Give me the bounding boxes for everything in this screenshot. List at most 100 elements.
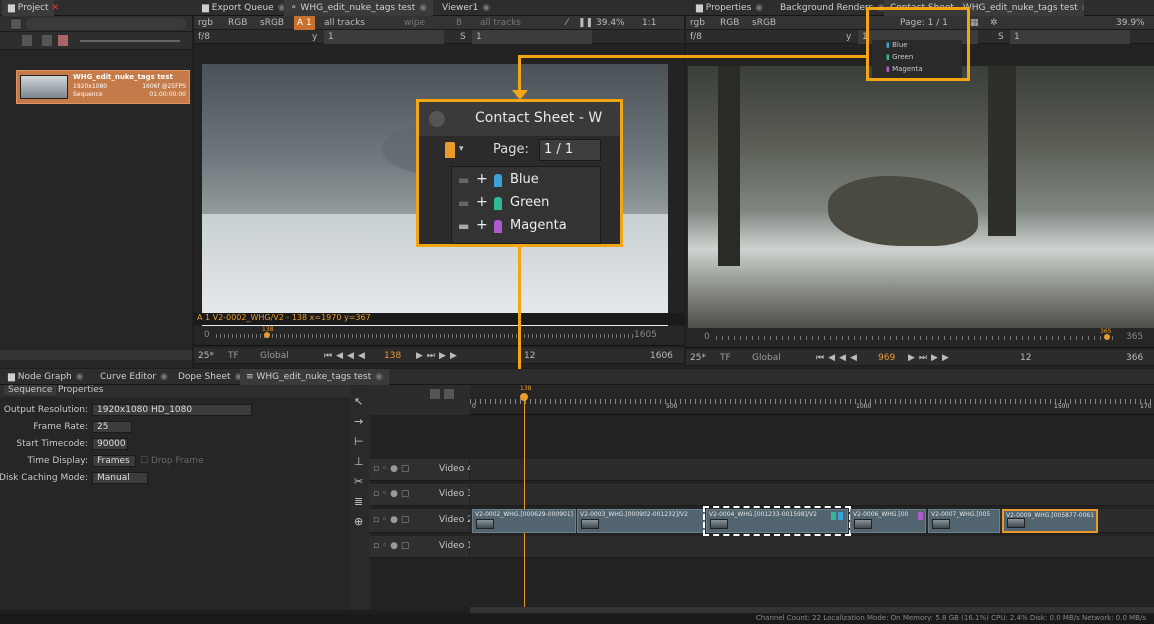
fstop-field[interactable]: f/8 — [690, 30, 702, 44]
close-icon[interactable]: ✕ — [51, 3, 59, 13]
wipe-select[interactable]: wipe — [404, 16, 425, 30]
gamma-field[interactable]: 1 — [324, 30, 444, 44]
thumb-size-slider[interactable] — [80, 40, 180, 42]
prev-buttons[interactable]: ⏮◀◀◀ — [324, 349, 369, 363]
gear-icon[interactable]: ✲ — [990, 16, 998, 30]
layout-icon[interactable] — [430, 389, 440, 399]
tab-sequence-viewer[interactable]: ⚬ WHG_edit_nuke_tags test ◉ — [284, 0, 434, 16]
plus-icon[interactable]: + — [476, 171, 488, 187]
tab-node-graph[interactable]: ▆ Node Graph ◉ — [2, 369, 90, 385]
track-header-video2[interactable]: ▫ ◦ ● ▢ Video 2 — [369, 509, 473, 533]
view-icon[interactable] — [444, 389, 454, 399]
tab-properties[interactable]: ▆ Properties ◉ — [690, 0, 769, 16]
play-buttons[interactable]: ▶⏭▶▶ — [908, 351, 953, 365]
multi-tool-icon[interactable]: ≣ — [354, 495, 363, 508]
close-icon[interactable]: ◉ — [1082, 3, 1084, 13]
mode-select[interactable]: Global — [260, 349, 289, 363]
fps-select[interactable]: 25* — [690, 351, 706, 365]
step-field[interactable]: 12 — [524, 349, 535, 363]
lut-select[interactable]: sRGB — [260, 16, 284, 30]
project-scrollbar[interactable] — [0, 350, 192, 360]
zoom-select[interactable]: 39.9% — [1116, 16, 1145, 30]
track-header-video4[interactable]: ▫ ◦ ● ▢ Video 4 — [369, 459, 473, 481]
track-header-video3[interactable]: ▫ ◦ ● ▢ Video 3 — [369, 484, 473, 506]
chevron-down-icon[interactable]: ▾ — [459, 144, 464, 154]
viewer-scrub-bar[interactable]: 0 365 365 — [686, 328, 1154, 348]
out-frame-field[interactable]: 1606 — [650, 349, 673, 363]
subtab-sequence[interactable]: Sequence — [4, 385, 57, 395]
page-field[interactable]: 1 / 1 — [539, 139, 601, 161]
close-icon[interactable] — [429, 111, 445, 127]
bin-view-icon[interactable] — [58, 35, 68, 46]
tracks-b-select[interactable]: all tracks — [480, 16, 521, 30]
input-a-select[interactable]: A 1 — [294, 16, 315, 30]
timeline-playhead[interactable] — [520, 393, 528, 401]
colorspace-select[interactable]: RGB — [228, 16, 247, 30]
lut-select[interactable]: sRGB — [752, 16, 776, 30]
input-b-select[interactable]: B — [456, 16, 462, 30]
playhead-marker[interactable] — [1104, 334, 1110, 340]
out-frame-field[interactable]: 366 — [1126, 351, 1143, 365]
tag-item-blue[interactable]: ▬ + Blue — [458, 171, 598, 191]
frame-rate-select[interactable]: 25 — [92, 421, 132, 433]
panel-menu-icon[interactable]: ▆ — [8, 372, 15, 382]
mode-select[interactable]: Global — [752, 351, 781, 365]
track-controls[interactable]: ▫ ◦ ● ▢ — [373, 464, 409, 474]
tf-select[interactable]: TF — [720, 351, 731, 365]
tab-export-queue[interactable]: ▆ Export Queue ◉ — [196, 0, 292, 16]
layout-icon[interactable]: ▦ — [970, 16, 979, 30]
saturation-field[interactable]: 1 — [472, 30, 592, 44]
output-resolution-select[interactable]: 1920x1080 HD_1080 — [92, 404, 252, 416]
project-item-sequence[interactable]: WHG_edit_nuke_tags test 1920x1080 1606f … — [16, 70, 190, 104]
zoom-select[interactable]: 39.4% — [596, 16, 625, 30]
project-search-input[interactable] — [26, 18, 186, 30]
track-header-video1[interactable]: ▫ ◦ ● ▢ Video 1 — [369, 536, 473, 558]
color-picker-icon[interactable]: ⁄ — [566, 16, 568, 30]
tag-item-green[interactable]: ▬ + Green — [458, 194, 598, 214]
minus-icon[interactable]: ▬ — [458, 196, 469, 210]
tracks-a-select[interactable]: all tracks — [324, 16, 365, 30]
close-icon[interactable]: ◉ — [76, 372, 84, 382]
track-controls[interactable]: ▫ ◦ ● ▢ — [373, 515, 409, 525]
plus-icon[interactable]: + — [476, 217, 488, 233]
minus-icon[interactable]: ▬ — [458, 219, 469, 233]
close-icon[interactable]: ◉ — [482, 3, 490, 13]
trim-tool-icon[interactable]: ⊢ — [354, 435, 364, 448]
saturation-field[interactable]: 1 — [1010, 30, 1130, 44]
fstop-field[interactable]: f/8 — [198, 30, 210, 44]
panel-menu-icon[interactable]: ▆ — [696, 3, 703, 13]
panel-menu-icon[interactable]: ▆ — [202, 3, 209, 13]
track-select-icon[interactable]: → — [354, 415, 363, 428]
clip-selected[interactable]: V2-0004_WHG.[001233-001598]/V2 — [703, 506, 851, 536]
close-icon[interactable]: ◉ — [419, 3, 427, 13]
viewer-scrub-bar[interactable]: 0 138 1605 — [194, 326, 684, 346]
tab-timeline[interactable]: ≡ WHG_edit_nuke_tags test ◉ — [240, 369, 390, 385]
clip[interactable]: V2-0009_WHG.[005877-0061 — [1002, 509, 1098, 533]
colorspace-select[interactable]: RGB — [720, 16, 739, 30]
slip-tool-icon[interactable]: ⊥ — [354, 455, 364, 468]
track-controls[interactable]: ▫ ◦ ● ▢ — [373, 541, 409, 551]
track-video1[interactable] — [470, 536, 1154, 558]
tab-viewer1[interactable]: Viewer1 ◉ — [436, 0, 496, 16]
playhead-marker[interactable] — [264, 332, 270, 338]
thumb-view-icon[interactable] — [42, 35, 52, 46]
tab-dope-sheet[interactable]: Dope Sheet ◉ — [172, 369, 248, 385]
track-video3[interactable] — [470, 484, 1154, 506]
close-icon[interactable]: ◉ — [160, 372, 168, 382]
close-icon[interactable]: ◉ — [375, 372, 383, 382]
play-buttons[interactable]: ▶⏭▶▶ — [416, 349, 461, 363]
timeline-scrollbar[interactable] — [470, 607, 1154, 613]
list-view-icon[interactable] — [22, 35, 32, 46]
subtab-properties[interactable]: Properties — [58, 385, 103, 395]
viewer-image[interactable] — [688, 66, 1154, 328]
prev-buttons[interactable]: ⏮◀◀◀ — [816, 351, 861, 365]
ratio-select[interactable]: 1:1 — [642, 16, 656, 30]
razor-tool-icon[interactable]: ✂ — [354, 475, 363, 488]
tag-item-magenta[interactable]: ▬ + Magenta — [458, 217, 598, 237]
disk-caching-select[interactable]: Manual — [92, 472, 148, 484]
plus-icon[interactable]: + — [476, 194, 488, 210]
tag-icon[interactable] — [445, 142, 455, 158]
fps-select[interactable]: 25* — [198, 349, 214, 363]
tab-curve-editor[interactable]: Curve Editor ◉ — [94, 369, 174, 385]
pause-icon[interactable]: ❚❚ — [578, 16, 593, 30]
